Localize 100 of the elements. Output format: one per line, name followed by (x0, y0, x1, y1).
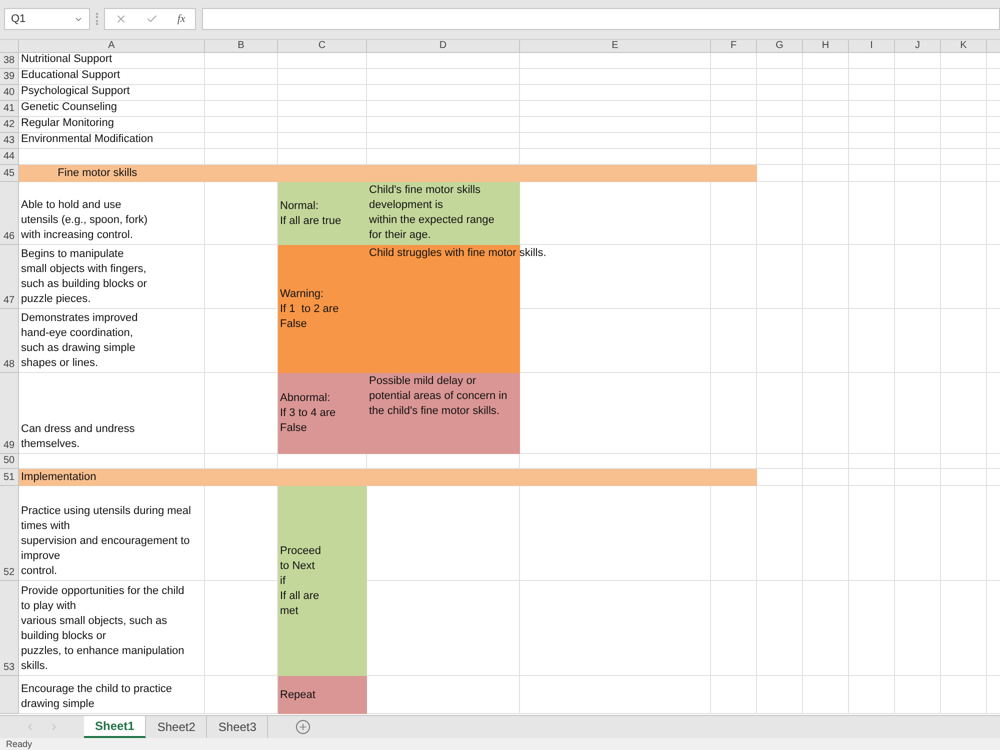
table-cell[interactable] (849, 101, 895, 117)
table-cell[interactable] (941, 69, 987, 85)
table-cell[interactable] (803, 101, 849, 117)
table-cell[interactable] (849, 117, 895, 133)
table-cell[interactable] (803, 486, 849, 581)
table-cell[interactable] (205, 69, 278, 85)
table-cell[interactable] (895, 133, 941, 149)
table-cell[interactable] (895, 69, 941, 85)
table-cell[interactable] (849, 165, 895, 182)
column-header[interactable]: I (849, 40, 895, 53)
row-header[interactable]: 41 (0, 101, 19, 117)
table-cell[interactable]: Begins to manipulate small objects with fingers, such as building blocks or puzzle pieces. (19, 245, 205, 309)
column-header[interactable]: G (757, 40, 803, 53)
table-cell[interactable] (895, 182, 941, 245)
table-cell[interactable] (757, 245, 803, 309)
table-cell[interactable]: Encourage the child to practice drawing simple (19, 676, 205, 714)
table-cell[interactable] (849, 133, 895, 149)
table-cell[interactable] (278, 69, 367, 85)
column-header[interactable]: E (520, 40, 711, 53)
table-cell[interactable] (941, 373, 987, 454)
row-header[interactable]: 49 (0, 373, 19, 454)
column-header[interactable]: D (367, 40, 520, 53)
table-cell[interactable] (520, 117, 711, 133)
table-cell[interactable]: Possible mild delay or potential areas of concern in the child's fine motor skills. (367, 373, 520, 454)
row-header[interactable]: 50 (0, 454, 19, 469)
table-cell[interactable] (895, 454, 941, 469)
table-cell[interactable] (711, 581, 757, 676)
row-header[interactable]: 53 (0, 581, 19, 676)
table-cell[interactable] (895, 245, 941, 309)
table-cell[interactable] (520, 182, 711, 245)
table-cell[interactable] (803, 85, 849, 101)
table-cell[interactable] (205, 117, 278, 133)
table-cell[interactable] (367, 117, 520, 133)
table-cell[interactable] (803, 117, 849, 133)
table-cell[interactable] (757, 581, 803, 676)
table-cell[interactable] (941, 133, 987, 149)
table-cell[interactable] (941, 117, 987, 133)
table-cell[interactable] (367, 101, 520, 117)
table-cell[interactable]: Can dress and undress themselves. (19, 373, 205, 454)
table-cell[interactable] (849, 245, 895, 309)
column-header[interactable] (987, 40, 1000, 53)
table-cell[interactable] (941, 581, 987, 676)
table-cell[interactable] (803, 133, 849, 149)
table-cell[interactable] (367, 85, 520, 101)
table-cell[interactable] (849, 182, 895, 245)
table-cell[interactable] (367, 133, 520, 149)
row-header[interactable]: 40 (0, 85, 19, 101)
table-cell[interactable] (895, 469, 941, 486)
table-cell[interactable] (941, 182, 987, 245)
table-cell[interactable] (849, 581, 895, 676)
table-cell[interactable] (803, 581, 849, 676)
formula-input[interactable] (202, 8, 1000, 30)
table-cell[interactable] (278, 117, 367, 133)
table-cell[interactable] (711, 117, 757, 133)
table-cell[interactable] (757, 101, 803, 117)
column-header[interactable]: B (205, 40, 278, 53)
table-cell[interactable]: Warning: If 1 to 2 are False (278, 245, 367, 373)
table-cell[interactable] (803, 149, 849, 165)
table-cell[interactable] (205, 133, 278, 149)
table-cell[interactable] (367, 69, 520, 85)
table-cell[interactable] (941, 53, 987, 69)
table-cell[interactable] (849, 309, 895, 373)
enter-icon[interactable] (146, 13, 158, 25)
table-cell[interactable] (895, 486, 941, 581)
table-cell[interactable] (757, 469, 803, 486)
table-cell[interactable] (520, 676, 711, 714)
table-cell[interactable] (711, 85, 757, 101)
table-cell[interactable] (895, 53, 941, 69)
table-cell[interactable] (849, 676, 895, 714)
table-cell[interactable] (941, 309, 987, 373)
table-cell[interactable] (941, 486, 987, 581)
row-header[interactable]: 46 (0, 182, 19, 245)
table-cell[interactable] (19, 165, 757, 182)
table-cell[interactable] (941, 85, 987, 101)
table-cell[interactable]: Regular Monitoring (19, 117, 205, 133)
row-header[interactable]: 47 (0, 245, 19, 309)
table-cell[interactable] (205, 309, 278, 373)
sheet-tab[interactable]: Sheet1 (84, 716, 146, 738)
table-cell[interactable] (520, 101, 711, 117)
select-all-corner[interactable] (0, 40, 19, 53)
table-cell[interactable] (757, 85, 803, 101)
table-cell[interactable]: Normal: If all are true (278, 182, 367, 245)
table-cell[interactable] (757, 373, 803, 454)
row-header[interactable]: 44 (0, 149, 19, 165)
table-cell[interactable] (757, 486, 803, 581)
table-cell[interactable] (711, 676, 757, 714)
row-header[interactable]: 52 (0, 486, 19, 581)
table-cell[interactable]: Environmental Modification (19, 133, 205, 149)
table-cell[interactable]: Able to hold and use utensils (e.g., spoon, fork) with increasing control. (19, 182, 205, 245)
table-cell[interactable] (205, 101, 278, 117)
table-cell[interactable] (803, 454, 849, 469)
table-cell[interactable] (803, 53, 849, 69)
table-cell[interactable] (941, 101, 987, 117)
table-cell[interactable] (520, 133, 711, 149)
row-header[interactable]: 39 (0, 69, 19, 85)
table-cell[interactable]: Psychological Support (19, 85, 205, 101)
table-cell[interactable] (711, 486, 757, 581)
table-cell[interactable] (803, 165, 849, 182)
table-cell[interactable] (941, 469, 987, 486)
table-cell[interactable] (711, 53, 757, 69)
